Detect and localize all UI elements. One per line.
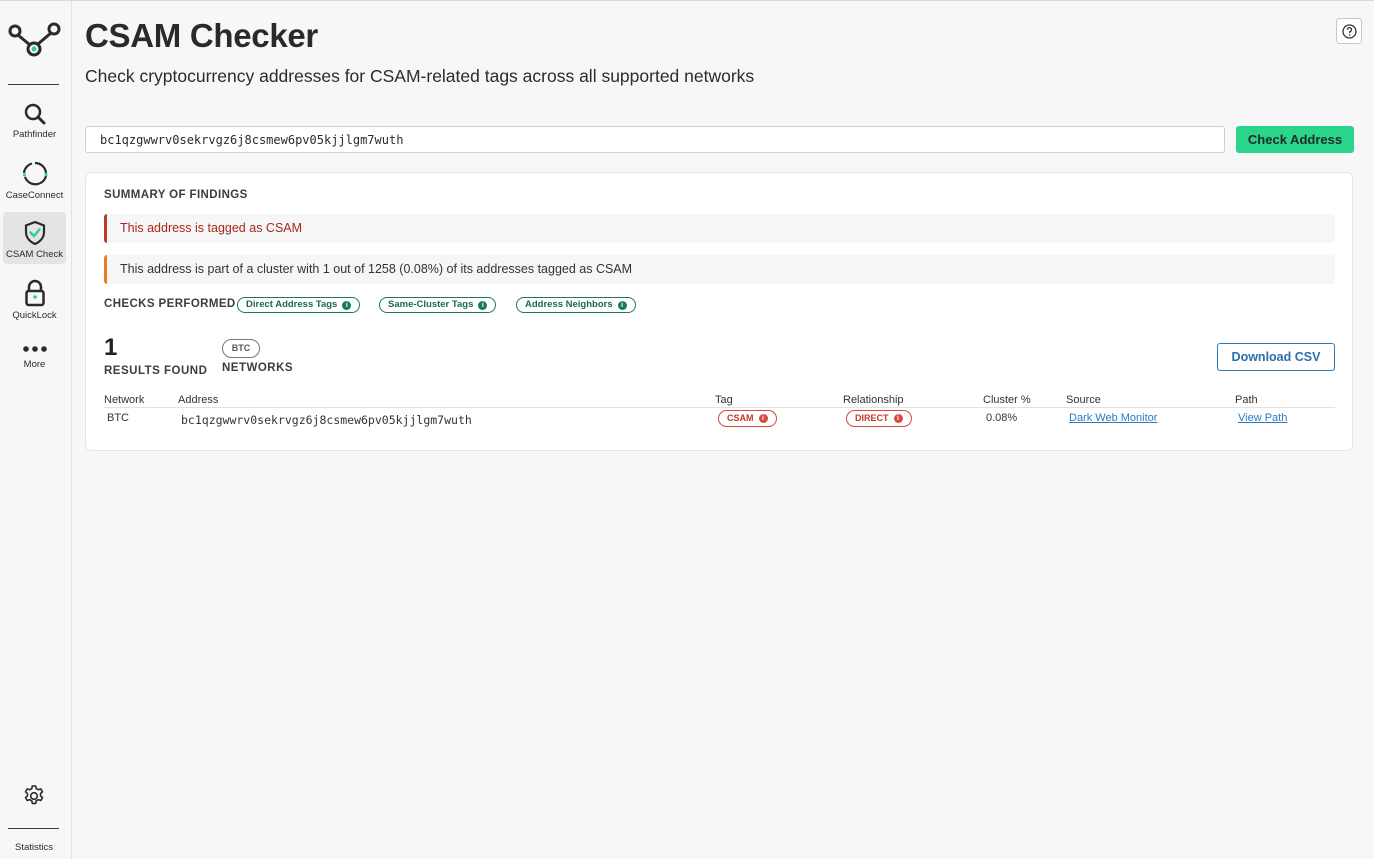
- check-chip-label: Same-Cluster Tags: [388, 299, 474, 310]
- sidebar-item-pathfinder[interactable]: Pathfinder: [3, 96, 66, 148]
- sidebar-item-caseconnect[interactable]: CaseConnect: [3, 155, 66, 207]
- page-subtitle: Check cryptocurrency addresses for CSAM-…: [85, 66, 755, 86]
- sidebar-item-label: CSAM Check: [5, 249, 63, 260]
- sidebar: Pathfinder CaseConnect CSAM Check QuickL…: [0, 1, 72, 859]
- network-badge: BTC: [222, 339, 260, 358]
- results-found-label: RESULTS FOUND: [104, 365, 208, 377]
- download-csv-button[interactable]: Download CSV: [1217, 343, 1335, 371]
- table-header-divider: [104, 407, 1335, 408]
- check-chip-address-neighbors[interactable]: Address Neighbors i: [516, 297, 636, 313]
- info-icon[interactable]: i: [478, 300, 488, 310]
- main-content: CSAM Checker Check cryptocurrency addres…: [72, 1, 1374, 859]
- case-connect-icon: [22, 161, 48, 186]
- checks-performed-label: CHECKS PERFORMED: [104, 298, 236, 310]
- view-path-link[interactable]: View Path: [1238, 412, 1287, 424]
- sidebar-item-label: QuickLock: [12, 310, 57, 321]
- sidebar-item-label: CaseConnect: [5, 190, 64, 201]
- finding-direct-tag: This address is tagged as CSAM: [104, 214, 1335, 243]
- statistics-label[interactable]: Statistics: [0, 842, 68, 853]
- source-link[interactable]: Dark Web Monitor: [1069, 412, 1157, 424]
- help-icon: [1341, 23, 1357, 39]
- column-header-relationship: Relationship: [843, 394, 904, 406]
- results-card: SUMMARY OF FINDINGS This address is tagg…: [85, 172, 1353, 451]
- info-icon[interactable]: i: [342, 300, 352, 310]
- column-header-source: Source: [1066, 394, 1101, 406]
- gear-icon[interactable]: [22, 784, 46, 808]
- tag-badge-csam: CSAM i: [718, 410, 777, 427]
- tag-badge-label: CSAM: [727, 413, 754, 423]
- finding-cluster-tag: This address is part of a cluster with 1…: [104, 255, 1335, 284]
- address-search-input[interactable]: [85, 126, 1225, 153]
- sidebar-item-more[interactable]: More: [3, 333, 66, 385]
- shield-check-icon: [24, 220, 45, 246]
- search-icon: [24, 103, 45, 125]
- sidebar-item-label: More: [23, 359, 46, 370]
- column-header-tag: Tag: [715, 394, 733, 406]
- cell-address: bc1qzgwwrv0sekrvgz6j8csmew6pv05kjjlgm7wu…: [181, 413, 472, 427]
- check-address-button[interactable]: Check Address: [1236, 126, 1354, 153]
- sidebar-divider: [8, 84, 59, 85]
- sidebar-item-csam-check[interactable]: CSAM Check: [3, 212, 66, 264]
- sidebar-item-quicklock[interactable]: QuickLock: [3, 273, 66, 325]
- check-chip-same-cluster-tags[interactable]: Same-Cluster Tags i: [379, 297, 497, 313]
- info-icon[interactable]: i: [893, 414, 903, 423]
- column-header-cluster-pct: Cluster %: [983, 394, 1031, 406]
- page-title: CSAM Checker: [85, 17, 318, 54]
- sidebar-item-label: Pathfinder: [12, 129, 57, 140]
- check-chip-direct-address-tags[interactable]: Direct Address Tags i: [237, 297, 361, 313]
- info-icon[interactable]: i: [617, 300, 627, 310]
- summary-heading: SUMMARY OF FINDINGS: [104, 189, 248, 201]
- relationship-badge-label: DIRECT: [855, 413, 889, 423]
- lock-icon: [24, 279, 45, 307]
- check-chip-label: Direct Address Tags: [246, 299, 338, 310]
- help-button[interactable]: [1336, 18, 1362, 44]
- check-chip-label: Address Neighbors: [525, 299, 613, 310]
- sidebar-divider: [8, 828, 59, 829]
- results-count: 1: [104, 334, 118, 361]
- column-header-network: Network: [104, 394, 145, 406]
- app-logo-icon[interactable]: [6, 19, 62, 61]
- column-header-path: Path: [1235, 394, 1258, 406]
- more-dots-icon: [22, 346, 47, 352]
- relationship-badge-direct: DIRECT i: [846, 410, 912, 427]
- info-icon[interactable]: i: [758, 414, 768, 423]
- column-header-address: Address: [178, 394, 219, 406]
- cell-network: BTC: [107, 412, 129, 424]
- networks-label: NETWORKS: [222, 362, 294, 374]
- cell-cluster-pct: 0.08%: [986, 412, 1018, 424]
